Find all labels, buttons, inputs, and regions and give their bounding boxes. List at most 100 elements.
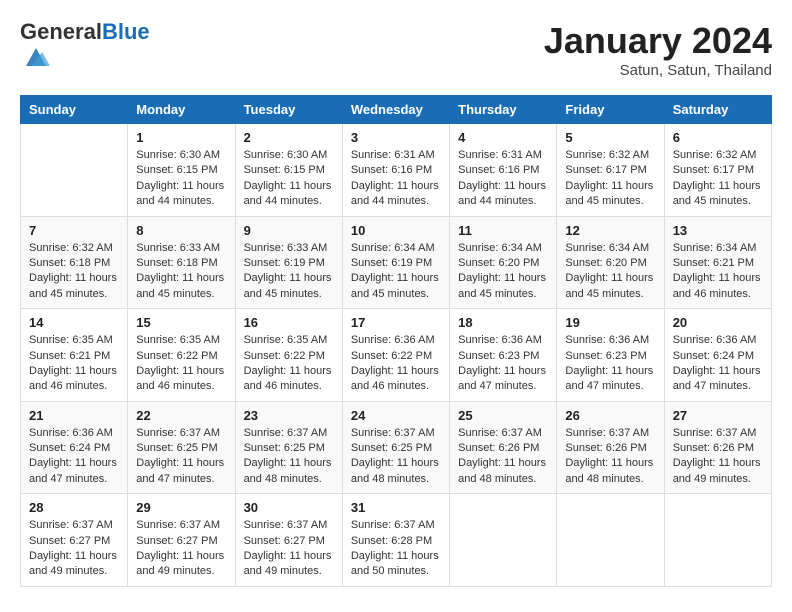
page-header: GeneralBlue January 2024 Satun, Satun, T… [20, 20, 772, 79]
day-number: 8 [136, 223, 226, 238]
day-number: 9 [244, 223, 334, 238]
day-number: 1 [136, 130, 226, 145]
day-info: Sunrise: 6:37 AM Sunset: 6:26 PM Dayligh… [458, 426, 548, 488]
logo: GeneralBlue [20, 20, 150, 77]
day-number: 4 [458, 130, 548, 145]
weekday-header-wednesday: Wednesday [342, 96, 449, 124]
week-row-5: 28 Sunrise: 6:37 AM Sunset: 6:27 PM Dayli… [21, 494, 772, 587]
day-number: 15 [136, 315, 226, 330]
weekday-header-tuesday: Tuesday [235, 96, 342, 124]
weekday-header-monday: Monday [128, 96, 235, 124]
day-info: Sunrise: 6:36 AM Sunset: 6:24 PM Dayligh… [673, 333, 763, 395]
day-info: Sunrise: 6:36 AM Sunset: 6:23 PM Dayligh… [565, 333, 655, 395]
week-row-3: 14Sunrise: 6:35 AM Sunset: 6:21 PM Dayli… [21, 309, 772, 402]
weekday-header-friday: Friday [557, 96, 664, 124]
calendar-cell: 18 Sunrise: 6:36 AM Sunset: 6:23 PM Dayli… [450, 309, 557, 402]
day-info: Sunrise: 6:34 AM Sunset: 6:20 PM Dayligh… [565, 241, 655, 303]
day-info: Sunrise: 6:37 AM Sunset: 6:25 PM Dayligh… [136, 426, 226, 488]
day-number: 29 [136, 500, 226, 515]
calendar-cell: 24 Sunrise: 6:37 AM Sunset: 6:25 PM Dayli… [342, 401, 449, 494]
calendar-cell: 27 Sunrise: 6:37 AM Sunset: 6:26 PM Dayli… [664, 401, 771, 494]
calendar-cell: 30Sunrise: 6:37 AM Sunset: 6:27 PM Dayli… [235, 494, 342, 587]
calendar-cell: 22 Sunrise: 6:37 AM Sunset: 6:25 PM Dayli… [128, 401, 235, 494]
day-info: Sunrise: 6:33 AM Sunset: 6:19 PM Dayligh… [244, 241, 334, 303]
calendar-cell: 16Sunrise: 6:35 AM Sunset: 6:22 PM Dayli… [235, 309, 342, 402]
calendar-cell: 31Sunrise: 6:37 AM Sunset: 6:28 PM Dayli… [342, 494, 449, 587]
logo-general-text: General [20, 19, 102, 44]
calendar-cell: 6 Sunrise: 6:32 AM Sunset: 6:17 PM Daylig… [664, 124, 771, 217]
day-info: Sunrise: 6:30 AM Sunset: 6:15 PM Dayligh… [136, 148, 226, 210]
calendar-cell: 19Sunrise: 6:36 AM Sunset: 6:23 PM Dayli… [557, 309, 664, 402]
calendar-cell: 28 Sunrise: 6:37 AM Sunset: 6:27 PM Dayli… [21, 494, 128, 587]
day-info: Sunrise: 6:37 AM Sunset: 6:26 PM Dayligh… [565, 426, 655, 488]
day-info: Sunrise: 6:30 AM Sunset: 6:15 PM Dayligh… [244, 148, 334, 210]
calendar-cell: 14Sunrise: 6:35 AM Sunset: 6:21 PM Dayli… [21, 309, 128, 402]
day-info: Sunrise: 6:36 AM Sunset: 6:24 PM Dayligh… [29, 426, 119, 488]
day-info: Sunrise: 6:37 AM Sunset: 6:27 PM Dayligh… [136, 518, 226, 580]
day-info: Sunrise: 6:32 AM Sunset: 6:17 PM Dayligh… [673, 148, 763, 210]
day-number: 7 [29, 223, 119, 238]
day-number: 27 [673, 408, 763, 423]
day-info: Sunrise: 6:32 AM Sunset: 6:17 PM Dayligh… [565, 148, 655, 210]
calendar-cell: 3 Sunrise: 6:31 AM Sunset: 6:16 PM Daylig… [342, 124, 449, 217]
calendar-cell: 13 Sunrise: 6:34 AM Sunset: 6:21 PM Dayli… [664, 216, 771, 309]
calendar-cell: 21Sunrise: 6:36 AM Sunset: 6:24 PM Dayli… [21, 401, 128, 494]
day-number: 6 [673, 130, 763, 145]
calendar-cell: 1 Sunrise: 6:30 AM Sunset: 6:15 PM Daylig… [128, 124, 235, 217]
day-info: Sunrise: 6:37 AM Sunset: 6:26 PM Dayligh… [673, 426, 763, 488]
day-number: 24 [351, 408, 441, 423]
day-number: 2 [244, 130, 334, 145]
title-block: January 2024 Satun, Satun, Thailand [544, 20, 772, 79]
day-number: 16 [244, 315, 334, 330]
day-number: 22 [136, 408, 226, 423]
day-info: Sunrise: 6:36 AM Sunset: 6:22 PM Dayligh… [351, 333, 441, 395]
logo-icon [22, 44, 50, 72]
day-number: 14 [29, 315, 119, 330]
calendar-cell: 15Sunrise: 6:35 AM Sunset: 6:22 PM Dayli… [128, 309, 235, 402]
day-number: 20 [673, 315, 763, 330]
calendar-cell: 11 Sunrise: 6:34 AM Sunset: 6:20 PM Dayli… [450, 216, 557, 309]
day-info: Sunrise: 6:36 AM Sunset: 6:23 PM Dayligh… [458, 333, 548, 395]
calendar-cell: 8 Sunrise: 6:33 AM Sunset: 6:18 PM Daylig… [128, 216, 235, 309]
calendar-cell: 25Sunrise: 6:37 AM Sunset: 6:26 PM Dayli… [450, 401, 557, 494]
day-info: Sunrise: 6:31 AM Sunset: 6:16 PM Dayligh… [351, 148, 441, 210]
day-number: 10 [351, 223, 441, 238]
calendar-cell [21, 124, 128, 217]
calendar-cell [664, 494, 771, 587]
calendar-cell: 5 Sunrise: 6:32 AM Sunset: 6:17 PM Daylig… [557, 124, 664, 217]
calendar-cell: 29 Sunrise: 6:37 AM Sunset: 6:27 PM Dayli… [128, 494, 235, 587]
day-number: 12 [565, 223, 655, 238]
calendar-cell: 20 Sunrise: 6:36 AM Sunset: 6:24 PM Dayli… [664, 309, 771, 402]
day-number: 28 [29, 500, 119, 515]
day-info: Sunrise: 6:37 AM Sunset: 6:25 PM Dayligh… [244, 426, 334, 488]
calendar-cell: 7 Sunrise: 6:32 AM Sunset: 6:18 PM Daylig… [21, 216, 128, 309]
day-info: Sunrise: 6:34 AM Sunset: 6:21 PM Dayligh… [673, 241, 763, 303]
week-row-4: 21Sunrise: 6:36 AM Sunset: 6:24 PM Dayli… [21, 401, 772, 494]
day-number: 11 [458, 223, 548, 238]
day-number: 31 [351, 500, 441, 515]
calendar-cell: 2 Sunrise: 6:30 AM Sunset: 6:15 PM Daylig… [235, 124, 342, 217]
day-info: Sunrise: 6:37 AM Sunset: 6:27 PM Dayligh… [29, 518, 119, 580]
day-info: Sunrise: 6:32 AM Sunset: 6:18 PM Dayligh… [29, 241, 119, 303]
day-info: Sunrise: 6:34 AM Sunset: 6:20 PM Dayligh… [458, 241, 548, 303]
day-info: Sunrise: 6:33 AM Sunset: 6:18 PM Dayligh… [136, 241, 226, 303]
day-info: Sunrise: 6:37 AM Sunset: 6:27 PM Dayligh… [244, 518, 334, 580]
day-number: 13 [673, 223, 763, 238]
week-row-2: 7 Sunrise: 6:32 AM Sunset: 6:18 PM Daylig… [21, 216, 772, 309]
day-info: Sunrise: 6:37 AM Sunset: 6:25 PM Dayligh… [351, 426, 441, 488]
day-number: 23 [244, 408, 334, 423]
weekday-header-saturday: Saturday [664, 96, 771, 124]
calendar-cell: 10Sunrise: 6:34 AM Sunset: 6:19 PM Dayli… [342, 216, 449, 309]
day-number: 18 [458, 315, 548, 330]
week-row-1: 1 Sunrise: 6:30 AM Sunset: 6:15 PM Daylig… [21, 124, 772, 217]
calendar-cell [450, 494, 557, 587]
calendar-cell: 9 Sunrise: 6:33 AM Sunset: 6:19 PM Daylig… [235, 216, 342, 309]
day-number: 5 [565, 130, 655, 145]
day-info: Sunrise: 6:31 AM Sunset: 6:16 PM Dayligh… [458, 148, 548, 210]
weekday-header-sunday: Sunday [21, 96, 128, 124]
calendar-cell: 12 Sunrise: 6:34 AM Sunset: 6:20 PM Dayli… [557, 216, 664, 309]
month-title: January 2024 [544, 20, 772, 62]
location: Satun, Satun, Thailand [544, 62, 772, 79]
day-number: 3 [351, 130, 441, 145]
calendar-table: SundayMondayTuesdayWednesdayThursdayFrid… [20, 95, 772, 587]
